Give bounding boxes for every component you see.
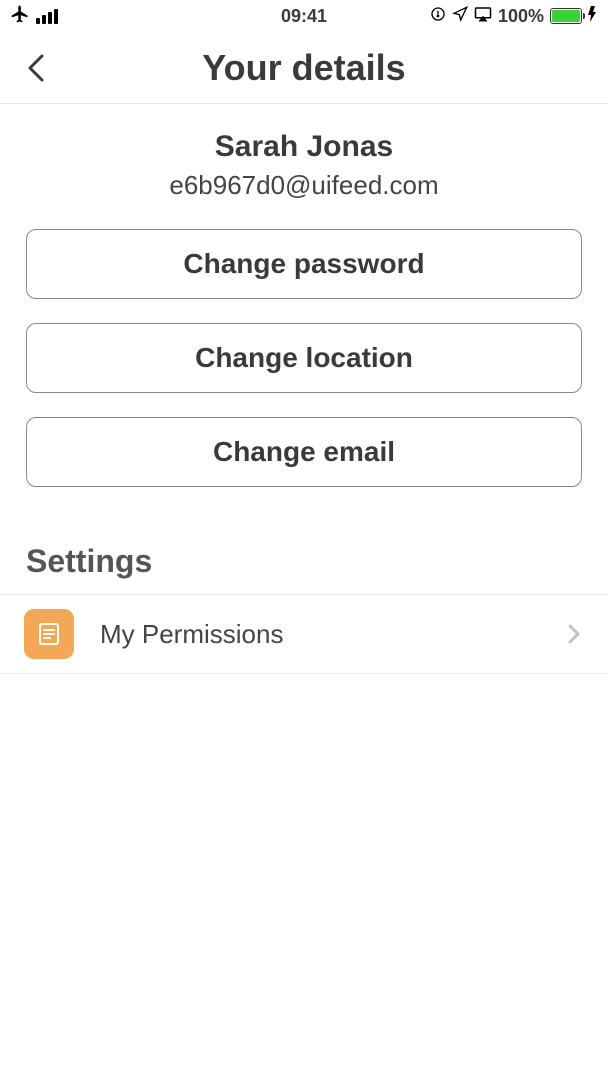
chevron-left-icon	[25, 52, 47, 84]
back-button[interactable]	[18, 50, 54, 86]
document-icon	[36, 621, 62, 647]
airplay-icon	[474, 6, 492, 27]
battery-icon	[550, 8, 582, 24]
user-email: e6b967d0@uifeed.com	[20, 170, 588, 201]
user-section: Sarah Jonas e6b967d0@uifeed.com	[0, 104, 608, 211]
lock-rotation-icon	[430, 6, 446, 27]
permissions-row[interactable]: My Permissions	[0, 594, 608, 674]
status-left	[10, 4, 58, 29]
status-right: 100%	[430, 6, 598, 27]
location-icon	[452, 6, 468, 27]
change-password-button[interactable]: Change password	[26, 229, 582, 299]
action-buttons: Change password Change location Change e…	[0, 211, 608, 497]
airplane-icon	[10, 4, 30, 29]
battery-percent: 100%	[498, 6, 544, 27]
page-title: Your details	[0, 47, 608, 89]
signal-icon	[36, 9, 58, 24]
settings-section-label: Settings	[0, 497, 608, 594]
permissions-label: My Permissions	[100, 619, 564, 650]
user-name: Sarah Jonas	[20, 130, 588, 164]
nav-header: Your details	[0, 32, 608, 104]
permissions-icon	[24, 609, 74, 659]
status-time: 09:41	[281, 6, 327, 27]
change-location-button[interactable]: Change location	[26, 323, 582, 393]
change-email-button[interactable]: Change email	[26, 417, 582, 487]
chevron-right-icon	[564, 622, 588, 646]
status-bar: 09:41 100%	[0, 0, 608, 32]
charging-icon	[588, 6, 598, 27]
